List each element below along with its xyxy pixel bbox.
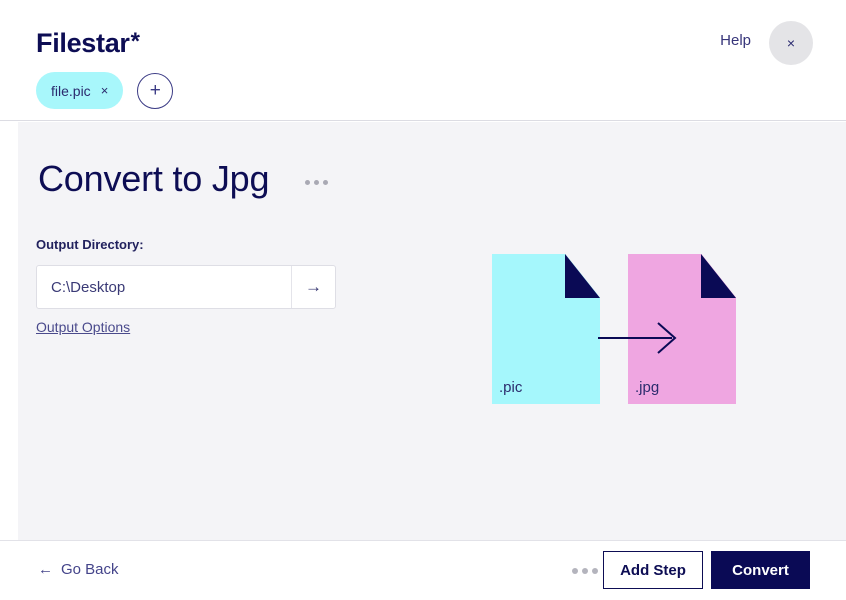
more-options-icon[interactable] xyxy=(572,568,598,574)
file-tab-label: file.pic xyxy=(51,82,91,99)
source-file-icon: .pic xyxy=(492,254,600,404)
dot xyxy=(592,568,598,574)
arrow-right-icon xyxy=(598,322,677,354)
main-content: Convert to Jpg Output Directory: → Outpu… xyxy=(18,122,846,540)
add-step-button[interactable]: Add Step xyxy=(603,551,703,589)
app-logo: Filestar* xyxy=(36,28,140,59)
dot xyxy=(323,180,328,185)
add-file-button[interactable]: + xyxy=(137,72,174,109)
file-tab[interactable]: file.pic × xyxy=(36,72,124,109)
page-title: Convert to Jpg xyxy=(38,158,270,199)
app-logo-asterisk: * xyxy=(130,28,140,55)
go-back-label: Go Back xyxy=(61,561,119,578)
file-tab-close-icon[interactable]: × xyxy=(101,84,109,97)
output-directory-row: → xyxy=(36,265,336,309)
dot xyxy=(572,568,578,574)
title-options-icon[interactable] xyxy=(305,180,328,185)
output-directory-label: Output Directory: xyxy=(36,237,144,252)
output-directory-input[interactable] xyxy=(37,266,291,308)
arrow-left-icon: ← xyxy=(38,561,53,578)
source-file-extension: .pic xyxy=(499,379,523,396)
convert-button[interactable]: Convert xyxy=(711,551,810,589)
close-icon[interactable]: × xyxy=(769,21,813,65)
left-edge-strip xyxy=(0,122,18,540)
app-logo-text: Filestar xyxy=(36,28,130,58)
conversion-graphic: .pic .jpg xyxy=(492,254,752,404)
directory-go-icon[interactable]: → xyxy=(291,266,335,308)
dot xyxy=(314,180,319,185)
file-tab-bar: file.pic × + xyxy=(36,72,174,109)
app-header: Filestar* Help × file.pic × + xyxy=(0,0,846,121)
filestar-app-window: Filestar* Help × file.pic × + Convert to… xyxy=(0,0,846,600)
output-options-link[interactable]: Output Options xyxy=(36,319,130,335)
help-link[interactable]: Help xyxy=(720,32,751,49)
target-file-extension: .jpg xyxy=(635,379,660,396)
go-back-button[interactable]: ← Go Back xyxy=(38,561,119,578)
dot xyxy=(305,180,310,185)
dot xyxy=(582,568,588,574)
